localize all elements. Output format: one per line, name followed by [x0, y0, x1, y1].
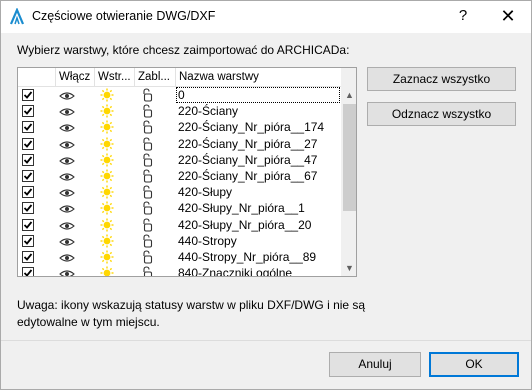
- table-row[interactable]: 220-Ściany_Nr_pióra__27: [18, 136, 341, 152]
- table-row[interactable]: 420-Słupy: [18, 184, 341, 200]
- sun-icon: [100, 234, 114, 248]
- eye-icon: [59, 155, 75, 165]
- layer-checkbox[interactable]: [22, 218, 34, 231]
- eye-icon: [59, 187, 75, 197]
- window-title: Częściowe otwieranie DWG/DXF: [32, 9, 216, 23]
- sun-icon: [100, 201, 114, 215]
- layer-name: 220-Ściany: [178, 104, 239, 119]
- scroll-down-arrow-icon[interactable]: ▼: [341, 260, 356, 276]
- layer-name: 220-Ściany_Nr_pióra__67: [178, 168, 318, 183]
- scroll-up-arrow-icon[interactable]: ▲: [341, 87, 356, 103]
- table-row[interactable]: 440-Stropy_Nr_pióra__89: [18, 249, 341, 265]
- layer-name: 420-Słupy: [178, 185, 233, 200]
- close-button[interactable]: ✕: [485, 1, 531, 31]
- layer-checkbox[interactable]: [22, 267, 34, 276]
- layer-name: 440-Stropy: [178, 233, 237, 248]
- table-row[interactable]: 220-Ściany: [18, 103, 341, 119]
- unlock-icon: [140, 201, 154, 215]
- column-header-visible[interactable]: Włącz: [56, 68, 95, 87]
- layer-checkbox[interactable]: [22, 202, 34, 215]
- sun-icon: [100, 104, 114, 118]
- layer-checkbox[interactable]: [22, 121, 34, 134]
- table-header: Włącz Wstr... Zabl... Nazwa warstwy: [18, 68, 341, 87]
- table-row[interactable]: 840-Znaczniki ogólne: [18, 265, 341, 277]
- separator: [1, 340, 531, 341]
- unlock-icon: [140, 185, 154, 199]
- layer-rows: 0 220-Ściany 220-Ściany_Nr_pióra__174 220-Ś…: [18, 87, 341, 277]
- eye-icon: [59, 220, 75, 230]
- layer-name: 440-Stropy_Nr_pióra__89: [178, 249, 317, 264]
- unlock-icon: [140, 137, 154, 151]
- unlock-icon: [140, 266, 154, 276]
- layer-checkbox[interactable]: [22, 234, 34, 247]
- column-header-checkbox[interactable]: [18, 68, 56, 87]
- layer-checkbox[interactable]: [22, 250, 34, 263]
- table-row[interactable]: 220-Ściany_Nr_pióra__67: [18, 168, 341, 184]
- unlock-icon: [140, 234, 154, 248]
- layer-checkbox[interactable]: [22, 169, 34, 182]
- table-row[interactable]: 420-Słupy_Nr_pióra__1: [18, 200, 341, 216]
- sun-icon: [100, 120, 114, 134]
- eye-icon: [59, 106, 75, 116]
- unlock-icon: [140, 153, 154, 167]
- vertical-scrollbar[interactable]: ▲ ▼: [341, 68, 356, 276]
- eye-icon: [59, 122, 75, 132]
- layer-name: 420-Słupy_Nr_pióra__1: [178, 201, 305, 216]
- unlock-icon: [140, 120, 154, 134]
- layer-name: 420-Słupy_Nr_pióra__20: [178, 217, 312, 232]
- sun-icon: [100, 88, 114, 102]
- layer-name: 0: [176, 87, 340, 103]
- sun-icon: [100, 266, 114, 276]
- sun-icon: [100, 153, 114, 167]
- sun-icon: [100, 169, 114, 183]
- unlock-icon: [140, 169, 154, 183]
- column-header-locked[interactable]: Zabl...: [135, 68, 176, 87]
- eye-icon: [59, 236, 75, 246]
- sun-icon: [100, 250, 114, 264]
- sun-icon: [100, 137, 114, 151]
- eye-icon: [59, 90, 75, 100]
- layer-name: 840-Znaczniki ogólne: [178, 266, 293, 277]
- column-header-frozen[interactable]: Wstr...: [95, 68, 135, 87]
- eye-icon: [59, 252, 75, 262]
- eye-icon: [59, 139, 75, 149]
- eye-icon: [59, 171, 75, 181]
- unlock-icon: [140, 104, 154, 118]
- layer-checkbox[interactable]: [22, 105, 34, 118]
- unlock-icon: [140, 250, 154, 264]
- layer-table[interactable]: Włącz Wstr... Zabl... Nazwa warstwy 0 220…: [17, 67, 357, 277]
- deselect-all-button[interactable]: Odznacz wszystko: [367, 102, 516, 126]
- cancel-button[interactable]: Anuluj: [329, 352, 421, 377]
- table-row[interactable]: 420-Słupy_Nr_pióra__20: [18, 217, 341, 233]
- layer-name: 220-Ściany_Nr_pióra__47: [178, 152, 318, 167]
- help-button[interactable]: ?: [447, 1, 479, 31]
- unlock-icon: [140, 217, 154, 232]
- sun-icon: [100, 218, 114, 232]
- layer-checkbox[interactable]: [22, 186, 34, 199]
- table-row[interactable]: 220-Ściany_Nr_pióra__174: [18, 119, 341, 135]
- archicad-app-icon: [9, 8, 25, 25]
- eye-icon: [59, 268, 75, 276]
- select-all-button[interactable]: Zaznacz wszystko: [367, 67, 516, 91]
- table-row[interactable]: 220-Ściany_Nr_pióra__47: [18, 152, 341, 168]
- table-row[interactable]: 0: [18, 87, 341, 103]
- layer-checkbox[interactable]: [22, 89, 34, 101]
- eye-icon: [59, 203, 75, 213]
- layer-name: 220-Ściany_Nr_pióra__27: [178, 136, 318, 151]
- ok-button[interactable]: OK: [429, 352, 519, 377]
- unlock-icon: [140, 88, 154, 102]
- title-bar[interactable]: Częściowe otwieranie DWG/DXF ? ✕: [1, 1, 531, 33]
- layer-checkbox[interactable]: [22, 137, 34, 150]
- scroll-thumb[interactable]: [343, 104, 356, 211]
- column-header-layer-name[interactable]: Nazwa warstwy: [176, 68, 341, 87]
- layer-name: 220-Ściany_Nr_pióra__174: [178, 120, 325, 135]
- instruction-text: Wybierz warstwy, które chcesz zaimportow…: [17, 43, 350, 57]
- sun-icon: [100, 185, 114, 199]
- note-text: Uwaga: ikony wskazują statusy warstw w p…: [17, 298, 366, 329]
- layer-checkbox[interactable]: [22, 153, 34, 166]
- dialog-window: Częściowe otwieranie DWG/DXF ? ✕ Wybierz…: [0, 0, 532, 390]
- table-row[interactable]: 440-Stropy: [18, 233, 341, 249]
